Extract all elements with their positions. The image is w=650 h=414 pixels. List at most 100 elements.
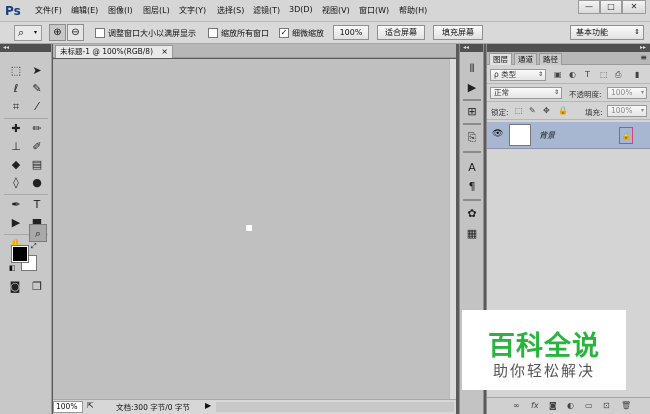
brush-tool-icon[interactable]: ✏ (28, 120, 46, 138)
zoom-all-windows-checkbox[interactable] (208, 28, 218, 38)
clone-stamp-icon[interactable]: ⊥ (7, 138, 25, 156)
quick-select-tool-icon[interactable]: ✎ (28, 80, 46, 98)
history-panel-icon[interactable]: ⫴ (463, 60, 481, 78)
zoom-in-button[interactable]: ⊕ (49, 24, 66, 41)
move-tool-icon[interactable]: ➤ (28, 62, 46, 80)
tab-paths[interactable]: 路径 (539, 53, 562, 65)
link-layers-icon[interactable]: ∞ (513, 401, 520, 410)
add-mask-icon[interactable]: ◙ (549, 401, 557, 410)
toolbox-divider (4, 194, 48, 195)
tab-channels[interactable]: 通道 (514, 53, 537, 65)
filter-pixel-icon[interactable]: ▣ (554, 70, 562, 79)
new-layer-icon[interactable]: ⊡ (603, 401, 610, 410)
eyedropper-tool-icon[interactable]: ⁄ (28, 98, 46, 116)
filter-toggle-icon[interactable]: ▮ (635, 70, 639, 79)
menu-3d[interactable]: 3D(D) (289, 5, 313, 14)
filter-shape-icon[interactable]: ⬚ (600, 70, 608, 79)
layer-filter-row: ρ 类型 ⇕ ▣ ◐ T ⬚ ⎙ ▮ (487, 66, 650, 84)
paragraph-panel-icon[interactable]: ¶ (463, 178, 481, 196)
canvas-area[interactable] (53, 59, 449, 399)
properties-panel-icon[interactable]: ⊞ (463, 103, 481, 121)
strip-collapse-handle[interactable]: ◂◂ (460, 44, 483, 52)
blur-tool-icon[interactable]: ◊ (7, 174, 25, 192)
close-window-button[interactable]: ✕ (622, 0, 646, 14)
delete-layer-icon[interactable]: 🗑 (621, 401, 631, 410)
new-group-icon[interactable]: ▭ (585, 401, 593, 410)
zoom-100-button[interactable]: 100% (333, 25, 369, 40)
quick-mask-icon[interactable]: ◙ (6, 278, 24, 296)
history-brush-icon[interactable]: ✐ (28, 138, 46, 156)
tool-preset-picker[interactable]: ⌕ ▾ (14, 25, 42, 41)
menu-select[interactable]: 选择(S) (217, 5, 244, 16)
tab-layers[interactable]: 图层 (489, 53, 512, 65)
photoshop-logo: Ps (5, 4, 21, 18)
document-canvas[interactable] (246, 225, 252, 231)
menu-edit[interactable]: 编辑(E) (71, 5, 98, 16)
gradient-tool-icon[interactable]: ▤ (28, 156, 46, 174)
minimize-button[interactable]: — (578, 0, 600, 14)
zoom-tool-icon[interactable]: ⌕ (29, 224, 47, 242)
actions-panel-icon[interactable]: ▶ (463, 79, 481, 97)
menu-window[interactable]: 窗口(W) (359, 5, 389, 16)
eraser-tool-icon[interactable]: ◆ (7, 156, 25, 174)
crop-tool-icon[interactable]: ⌗ (7, 98, 25, 116)
fill-field[interactable]: 100% ▾ (607, 105, 647, 117)
fit-screen-button[interactable]: 适合屏幕 (377, 25, 425, 40)
vertical-scrollbar[interactable] (449, 59, 456, 399)
maximize-button[interactable]: □ (600, 0, 622, 14)
filter-kind-select[interactable]: ρ 类型 ⇕ (490, 69, 546, 81)
toolbox-collapse-handle[interactable]: ◂◂ (0, 44, 51, 52)
lock-pixels-icon[interactable]: ✎ (529, 106, 536, 115)
eye-icon[interactable]: 👁 (492, 129, 503, 139)
lock-transparent-icon[interactable]: ⬚ (515, 106, 523, 115)
opacity-field[interactable]: 100% ▾ (607, 87, 647, 99)
menu-image[interactable]: 图像(I) (108, 5, 133, 16)
filter-smart-object-icon[interactable]: ⎙ (615, 70, 621, 80)
path-select-tool-icon[interactable]: ▶ (7, 214, 25, 232)
swatches-panel-icon[interactable]: ✿ (463, 205, 481, 223)
panel-collapse-handle[interactable]: ▸▸ (487, 44, 650, 52)
dodge-tool-icon[interactable]: ● (28, 174, 46, 192)
menu-help[interactable]: 帮助(H) (399, 5, 427, 16)
marquee-tool-icon[interactable]: ⬚ (7, 62, 25, 80)
resize-windows-checkbox[interactable] (95, 28, 105, 38)
foreground-color-swatch[interactable] (11, 245, 29, 263)
menu-layer[interactable]: 图层(L) (143, 5, 170, 16)
menu-view[interactable]: 视图(V) (322, 5, 350, 16)
character-panel-icon[interactable]: A (463, 159, 481, 177)
filter-adjustment-icon[interactable]: ◐ (569, 70, 576, 79)
status-menu-arrow-icon[interactable]: ▶ (205, 401, 211, 410)
healing-brush-icon[interactable]: ✚ (7, 120, 25, 138)
workspace-select[interactable]: 基本功能 ⇕ (570, 25, 644, 40)
menu-type[interactable]: 文字(Y) (179, 5, 206, 16)
horizontal-scrollbar[interactable] (216, 402, 454, 412)
screen-mode-icon[interactable]: ❐ (28, 278, 46, 296)
clone-source-panel-icon[interactable]: ⎘ (463, 129, 481, 147)
menu-filter[interactable]: 滤镜(T) (253, 5, 280, 16)
default-colors-icon[interactable]: ◧ (9, 264, 16, 272)
type-tool-icon[interactable]: T (28, 196, 46, 214)
lasso-tool-icon[interactable]: ℓ (7, 80, 25, 98)
layer-row-background[interactable]: 👁 背景 🔒 (487, 122, 650, 149)
menu-file[interactable]: 文件(F) (35, 5, 62, 16)
layer-lock-icon[interactable]: 🔒 (619, 127, 633, 144)
watermark: 百科全说 助你轻松解决 (462, 310, 626, 390)
blend-mode-select[interactable]: 正常 ⇕ (490, 87, 562, 99)
export-icon[interactable]: ⇱ (87, 401, 94, 410)
pen-tool-icon[interactable]: ✒ (7, 196, 25, 214)
layer-thumbnail (509, 124, 531, 146)
fill-screen-button[interactable]: 填充屏幕 (433, 25, 483, 40)
document-tab[interactable]: 未标题-1 @ 100%(RGB/8) × (55, 45, 173, 58)
panel-menu-icon[interactable]: ≡ (640, 53, 647, 62)
zoom-out-button[interactable]: ⊖ (67, 24, 84, 41)
zoom-level-field[interactable]: 100% (53, 401, 83, 413)
close-tab-icon[interactable]: × (161, 46, 168, 57)
scrubby-zoom-checkbox[interactable]: ✓ (279, 28, 289, 38)
layer-style-icon[interactable]: fx (531, 401, 539, 410)
filter-type-icon[interactable]: T (585, 70, 590, 79)
swap-colors-icon[interactable]: ⤢ (31, 242, 37, 251)
adjustment-layer-icon[interactable]: ◐ (567, 401, 574, 410)
styles-panel-icon[interactable]: ▦ (463, 225, 481, 243)
lock-all-icon[interactable]: 🔒 (558, 106, 568, 115)
lock-position-icon[interactable]: ✥ (543, 106, 550, 115)
